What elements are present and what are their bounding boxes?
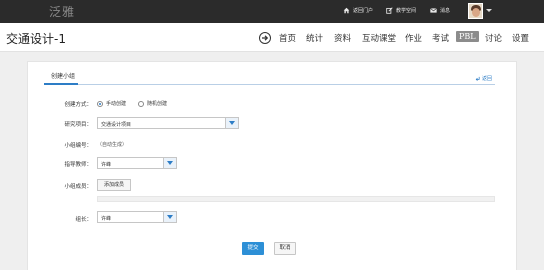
project-select-value: 交通设计项目: [101, 122, 132, 128]
project-select[interactable]: 交通设计项目: [97, 117, 239, 129]
back-link[interactable]: 返回: [475, 75, 492, 82]
nav-materials[interactable]: 资料: [334, 32, 351, 44]
nav-pbl[interactable]: PBL: [456, 31, 479, 42]
return-portal-link[interactable]: 返回门户: [343, 7, 373, 14]
avatar[interactable]: [468, 3, 483, 19]
add-member-button[interactable]: 添加成员: [97, 179, 131, 191]
member-list-area: [97, 196, 495, 202]
messages-link[interactable]: 消息: [430, 7, 450, 14]
project-label: 研究项目：: [64, 122, 92, 128]
arrow-right-icon[interactable]: [259, 32, 271, 44]
group-number-value: （自动生成）: [97, 142, 128, 148]
submit-button[interactable]: 提交: [242, 242, 264, 255]
messages-label: 消息: [440, 8, 451, 14]
nav-discussion[interactable]: 讨论: [485, 32, 502, 44]
back-label: 返回: [482, 76, 493, 82]
teacher-select[interactable]: 许峰: [97, 157, 177, 169]
radio-manual[interactable]: [97, 100, 103, 107]
leader-select-value: 许峰: [101, 216, 112, 222]
teaching-space-label: 教学空间: [396, 8, 417, 14]
group-number-label: 小组编号：: [64, 143, 92, 149]
course-title: 交通设计-1: [6, 32, 66, 46]
chevron-down-icon[interactable]: [486, 9, 492, 12]
back-arrow-icon: [475, 76, 480, 81]
radio-random[interactable]: [138, 100, 145, 107]
leader-select[interactable]: 许峰: [97, 211, 177, 223]
nav-interactive-class[interactable]: 互动课堂: [362, 32, 396, 44]
course-header: 交通设计-1 首页 统计 资料 互动课堂 作业 考试 PBL 讨论 设置: [0, 23, 544, 52]
app-logo[interactable]: 泛雅: [49, 3, 75, 20]
nav-homework[interactable]: 作业: [405, 32, 422, 44]
teacher-label: 指导教师：: [64, 162, 92, 168]
leader-label: 组长：: [75, 217, 92, 223]
cancel-button[interactable]: 取消: [274, 242, 296, 255]
top-bar: 泛雅 返回门户 教学空间 消息: [0, 0, 544, 23]
create-mode-label: 创建方式：: [64, 102, 92, 108]
tab-divider: [44, 84, 495, 85]
nav-exam[interactable]: 考试: [432, 32, 449, 44]
nav-settings[interactable]: 设置: [512, 32, 529, 44]
create-mode-radio-group: 手动创建 随机创建: [97, 100, 167, 107]
return-portal-label: 返回门户: [353, 8, 374, 14]
home-icon: [343, 7, 350, 14]
dropdown-arrow-icon[interactable]: [163, 158, 176, 168]
radio-manual-label: 手动创建: [106, 101, 127, 107]
dropdown-arrow-icon[interactable]: [225, 118, 238, 128]
nav-statistics[interactable]: 统计: [306, 32, 323, 44]
tab-active-indicator: [44, 83, 78, 85]
create-group-card: 创建小组 返回 创建方式： 手动创建 随机创建 研究项目： 交通设计项目 小组编…: [27, 61, 517, 270]
mail-icon: [430, 8, 437, 13]
teacher-select-value: 许峰: [101, 162, 112, 168]
edit-icon: [386, 7, 393, 14]
teaching-space-link[interactable]: 教学空间: [386, 7, 416, 14]
radio-random-label: 随机创建: [147, 101, 168, 107]
nav-home[interactable]: 首页: [279, 32, 296, 44]
dropdown-arrow-icon[interactable]: [163, 212, 176, 222]
members-label: 小组成员：: [64, 184, 92, 190]
